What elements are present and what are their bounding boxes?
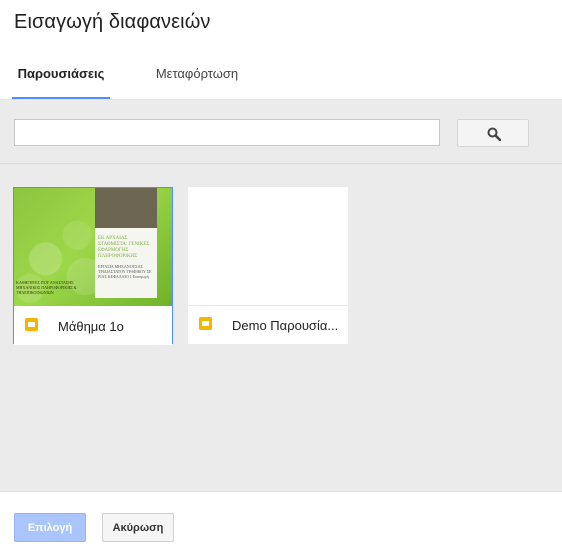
thumbnail-photo — [95, 188, 157, 228]
thumbnail-subtitle: ΕΡΓΑΣΙΑ ΜΗΧΑΝΟΥΣΑΣ ΤΡΙΔΙΑΣΤΑΤΟΥ ΓΡΑΦΙΚΟΥ… — [98, 264, 152, 279]
thumbnail-caption: ΚΑΘΗΓΗΤΕΣ ΠΟΥ ΑΝΑΣΤΑΣΗΣ ΜΗΧΑΝΙΚΟΣ ΠΛΗΡΟΦ… — [16, 280, 77, 295]
footer-divider — [0, 491, 562, 492]
file-card-1[interactable]: ΕΚ ΑΡΧΑΙΑΣ ΣΤΑΘΜΙΣΤΑ: ΓΕΝΙΚΕΣ ΕΦΑΡΜΟΓΗΣ … — [13, 187, 173, 345]
google-slides-icon — [199, 317, 212, 330]
search-icon — [487, 127, 501, 141]
thumbnail-slide-panel: ΕΚ ΑΡΧΑΙΑΣ ΣΤΑΘΜΙΣΤΑ: ΓΕΝΙΚΕΣ ΕΦΑΡΜΟΓΗΣ … — [95, 188, 157, 298]
google-slides-icon — [25, 318, 38, 331]
file-card-footer: Demo Παρουσία... — [188, 306, 348, 344]
search-divider — [0, 163, 562, 164]
select-button[interactable]: Επιλογή — [14, 513, 86, 542]
search-input[interactable] — [14, 119, 440, 146]
file-card-footer: Μάθημα 1ο — [14, 307, 172, 345]
file-name: Demo Παρουσία... — [232, 318, 339, 333]
tab-presentations[interactable]: Παρουσιάσεις — [12, 56, 110, 99]
cancel-button[interactable]: Ακύρωση — [102, 513, 174, 542]
thumbnail-title: ΕΚ ΑΡΧΑΙΑΣ ΣΤΑΘΜΙΣΤΑ: ΓΕΝΙΚΕΣ ΕΦΑΡΜΟΓΗΣ … — [98, 236, 150, 259]
dialog-title: Εισαγωγή διαφανειών — [14, 11, 211, 33]
search-button[interactable] — [457, 119, 529, 147]
file-browser: ΕΚ ΑΡΧΑΙΑΣ ΣΤΑΘΜΙΣΤΑ: ΓΕΝΙΚΕΣ ΕΦΑΡΜΟΓΗΣ … — [0, 100, 562, 491]
file-name: Μάθημα 1ο — [58, 319, 124, 334]
file-card-2[interactable]: Demo Παρουσία... — [188, 187, 348, 344]
tab-bar: Παρουσιάσεις Μεταφόρτωση — [0, 56, 562, 99]
file-thumbnail — [188, 187, 348, 306]
tab-upload[interactable]: Μεταφόρτωση — [138, 56, 256, 97]
file-thumbnail: ΕΚ ΑΡΧΑΙΑΣ ΣΤΑΘΜΙΣΤΑ: ΓΕΝΙΚΕΣ ΕΦΑΡΜΟΓΗΣ … — [14, 188, 172, 306]
